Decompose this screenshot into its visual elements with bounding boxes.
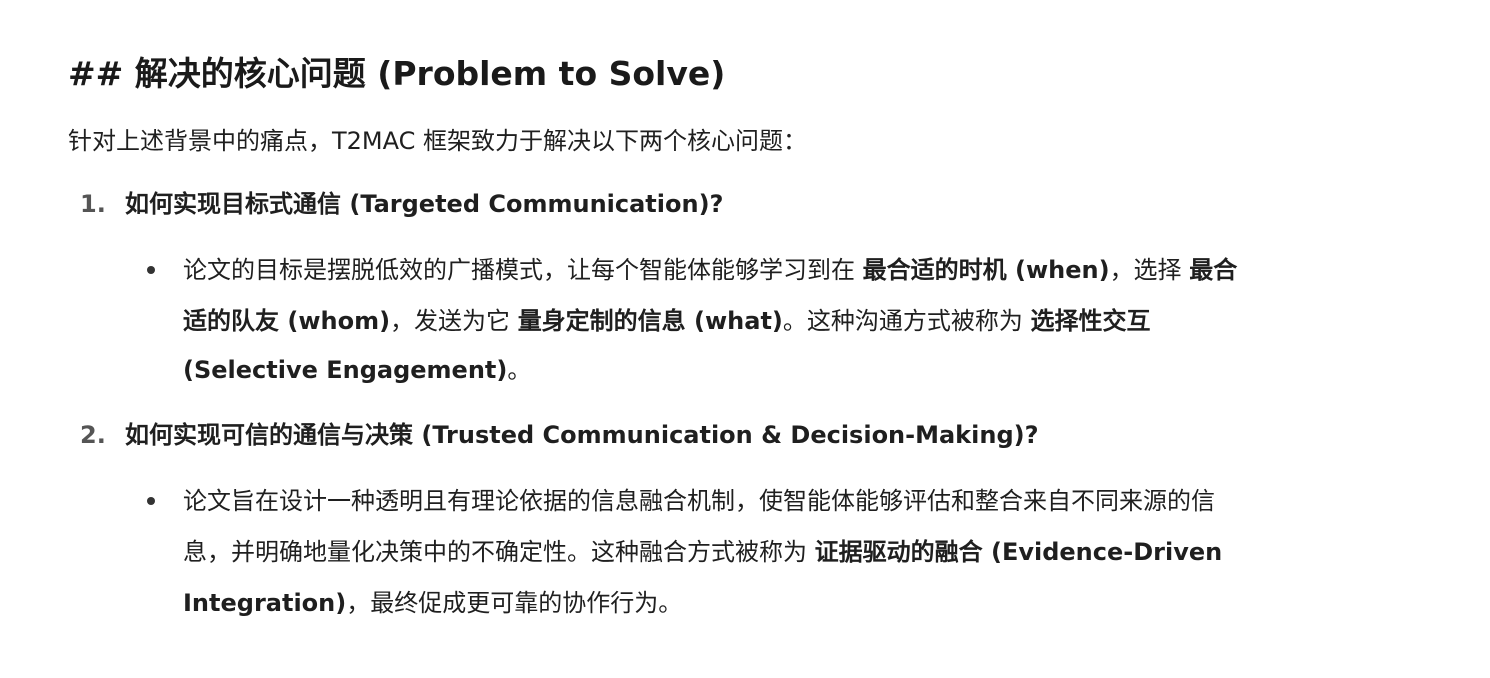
section-heading: ## 解决的核心问题 (Problem to Solve) bbox=[68, 54, 726, 93]
list-item-2-title: 2. 如何实现可信的通信与决策 (Trusted Communication & … bbox=[80, 415, 1039, 455]
list-number: 1. bbox=[80, 190, 106, 218]
list-number: 2. bbox=[80, 421, 106, 449]
bold-phrase: 证据驱动的融合 (Evidence-Driven bbox=[814, 538, 1223, 566]
bold-phrase: 选择性交互 bbox=[1030, 307, 1151, 335]
bullet-1-line-3: (Selective Engagement)。 bbox=[183, 356, 532, 384]
bullet-1-line-1: 论文的目标是摆脱低效的广播模式，让每个智能体能够学习到在 最合适的时机 (whe… bbox=[183, 256, 1238, 284]
bullet-1-line-2: 适的队友 (whom)，发送为它 量身定制的信息 (what)。这种沟通方式被称… bbox=[183, 307, 1151, 335]
bold-phrase: 适的队友 (whom) bbox=[183, 307, 391, 335]
bullet-dot-icon bbox=[147, 266, 155, 274]
bold-phrase: 最合适的时机 (when) bbox=[862, 256, 1110, 284]
list-item-title-text: 如何实现可信的通信与决策 (Trusted Communication & De… bbox=[125, 421, 1039, 449]
bullet-2-line-2: 息，并明确地量化决策中的不确定性。这种融合方式被称为 证据驱动的融合 (Evid… bbox=[183, 538, 1223, 566]
bullet-2-line-3: Integration)，最终促成更可靠的协作行为。 bbox=[183, 589, 683, 617]
bold-phrase: (Selective Engagement) bbox=[183, 356, 508, 384]
list-item-title-text: 如何实现目标式通信 (Targeted Communication)? bbox=[125, 190, 724, 218]
bullet-2-line-1: 论文旨在设计一种透明且有理论依据的信息融合机制，使智能体能够评估和整合来自不同来… bbox=[183, 487, 1215, 515]
bold-phrase: Integration) bbox=[183, 589, 347, 617]
intro-paragraph: 针对上述背景中的痛点，T2MAC 框架致力于解决以下两个核心问题： bbox=[68, 127, 808, 155]
bold-phrase: 量身定制的信息 (what) bbox=[517, 307, 783, 335]
document: ## 解决的核心问题 (Problem to Solve) 针对上述背景中的痛点… bbox=[0, 0, 1490, 678]
bold-phrase: 最合 bbox=[1189, 256, 1238, 284]
list-item-1-title: 1. 如何实现目标式通信 (Targeted Communication)? bbox=[80, 184, 723, 224]
bullet-dot-icon bbox=[147, 497, 155, 505]
